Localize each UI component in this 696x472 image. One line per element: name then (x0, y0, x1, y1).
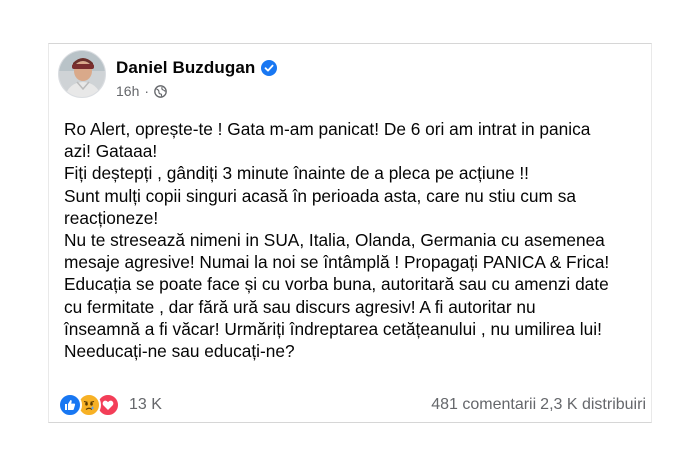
post-text-line: Fiți deștepți , gândiți 3 minute înainte… (64, 163, 529, 184)
like-icon (58, 393, 82, 417)
shares-count[interactable]: 2,3 K distribuiri (540, 396, 646, 414)
post-text-line: reacționeze! (64, 207, 159, 228)
post-text-line: înseamnă a fi văcar! Urmăriți îndreptare… (64, 318, 602, 339)
comments-count[interactable]: 481 comentarii (431, 396, 536, 414)
reactions-summary[interactable] (58, 393, 120, 417)
post-text-line: azi! Gataaa! (64, 141, 158, 162)
post-text-line: Sunt mulți copii singuri acasă în perioa… (64, 185, 576, 206)
post-text-line: cu fermitate , dar fără ură sau discurs … (64, 296, 536, 317)
avatar[interactable] (58, 50, 106, 98)
author-name[interactable]: Daniel Buzdugan (116, 58, 255, 78)
post-stats: 481 comentarii 2,3 K distribuiri (431, 396, 646, 414)
post-text-line: Nu te stresează nimeni in SUA, Italia, O… (64, 230, 605, 251)
post-footer: 13 K 481 comentarii 2,3 K distribuiri (58, 392, 646, 418)
post-header: Daniel Buzdugan 16h · (58, 50, 278, 106)
post-timestamp[interactable]: 16h (116, 83, 139, 99)
globe-icon (154, 84, 167, 98)
meta-separator: · (144, 83, 150, 99)
post-text-line: Ro Alert, oprește-te ! Gata m-am panicat… (64, 119, 591, 139)
verified-badge-icon (261, 60, 278, 76)
reaction-count[interactable]: 13 K (129, 396, 162, 414)
post-text-line: Needucați-ne sau educați-ne? (64, 341, 295, 362)
post-text-line: Educația se poate face și cu vorba buna,… (64, 274, 609, 295)
post-text-line: mesaje agresive! Numai la noi se întâmpl… (64, 252, 610, 273)
post-text: Ro Alert, oprește-te ! Gata m-am panicat… (64, 118, 664, 362)
avatar-photo-icon (59, 51, 105, 97)
